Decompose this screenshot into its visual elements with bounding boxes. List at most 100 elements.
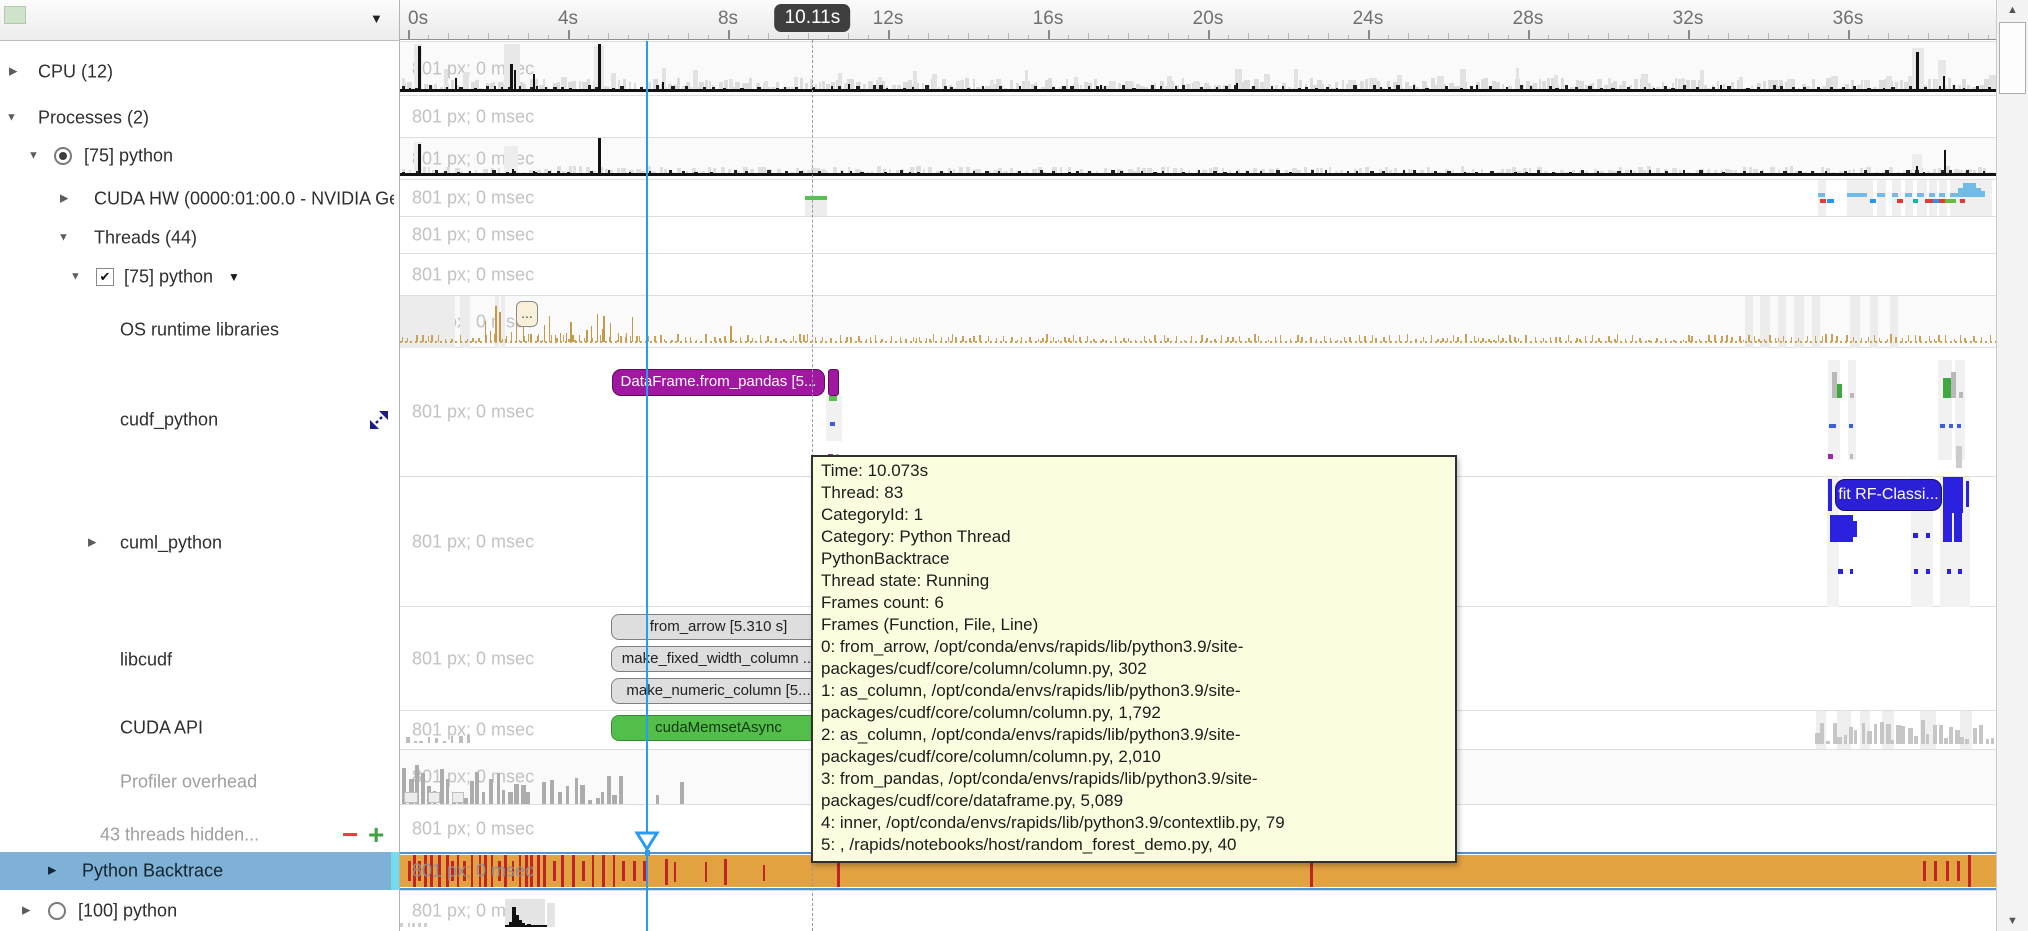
chart-mark — [622, 861, 625, 881]
chart-mark — [1870, 199, 1876, 203]
chart-mark — [1916, 52, 1919, 90]
vertical-scrollbar[interactable]: ▲ ▼ — [1996, 0, 2028, 931]
sidebar-item-hidden-threads[interactable]: 43 threads hidden... − + — [0, 820, 400, 850]
chart-mark — [1979, 725, 1983, 744]
chart-mark — [1956, 446, 1962, 468]
bar-from-arrow[interactable]: from_arrow [5.310 s] — [611, 614, 826, 640]
chart-mark — [1921, 720, 1925, 744]
chart-mark — [1897, 199, 1903, 203]
timeline-row-process-cpu[interactable]: 801 px; 0 msec — [400, 137, 1996, 179]
expander-collapsed-icon[interactable]: ▶ — [22, 906, 30, 917]
chart-mark — [1939, 193, 1945, 197]
chart-mark — [1939, 725, 1943, 744]
timeline-row-cpu-overview[interactable]: 801 px; 0 msec — [400, 41, 1996, 95]
scrollbar-thumb[interactable] — [1999, 22, 2026, 94]
expander-expanded-icon[interactable]: ▼ — [58, 233, 69, 244]
sidebar-item-threads[interactable]: ▼ Threads (44) — [0, 223, 400, 253]
chart-mark — [705, 862, 707, 882]
remove-thread-button[interactable]: − — [342, 821, 358, 849]
chart-mark — [829, 396, 837, 401]
chart-mark — [1890, 740, 1893, 744]
cursor-marker-icon[interactable] — [634, 830, 660, 856]
chart-mark — [1818, 180, 1826, 216]
chart-mark — [547, 903, 555, 927]
chart-mark — [446, 779, 449, 804]
chart-mark — [561, 855, 564, 887]
bar-make-fixed-width-column[interactable]: make_fixed_width_column ... — [611, 646, 826, 672]
sidebar-item-thread-75-python[interactable]: ▼ ✔ [75] python ▼ — [0, 262, 400, 292]
chart-mark — [1954, 477, 1962, 542]
timeline-row-os-runtime[interactable]: 801 px; 0 msec... — [400, 295, 1996, 347]
chart-mark — [598, 44, 601, 90]
sidebar-item-libcudf[interactable]: libcudf — [0, 645, 400, 675]
collapsed-events-button[interactable]: ... — [516, 301, 538, 327]
expander-collapsed-icon[interactable]: ▶ — [60, 194, 68, 205]
scroll-down-button[interactable]: ▼ — [1997, 911, 2028, 931]
expander-collapsed-icon[interactable]: ▶ — [48, 866, 56, 877]
chart-mark — [451, 736, 454, 743]
timeline-row-empty[interactable]: 801 px; 0 msec — [400, 253, 1996, 295]
sidebar-item-cuda-hw[interactable]: ▶ CUDA HW (0000:01:00.0 - NVIDIA GeFor — [0, 184, 400, 214]
chart-mark — [1945, 199, 1956, 203]
chart-mark — [467, 735, 470, 743]
timeline-row-empty[interactable]: 801 px; 0 msec — [400, 95, 1996, 137]
chart-mark — [596, 798, 600, 804]
chart-mark — [475, 772, 479, 804]
sidebar-item-process-100-python[interactable]: ▶ [100] python — [0, 896, 400, 926]
sidebar-item-label: Threads (44) — [94, 228, 197, 249]
sidebar-item-label: Profiler overhead — [120, 772, 257, 793]
chart-mark — [553, 861, 556, 881]
expander-collapsed-icon[interactable]: ▶ — [88, 538, 96, 549]
chart-mark — [763, 865, 765, 881]
chart-mark — [1917, 180, 1927, 216]
chart-mark — [1830, 515, 1853, 542]
chart-mark — [1815, 733, 1820, 744]
process-radio-selected[interactable] — [54, 147, 72, 165]
chart-mark — [1926, 569, 1930, 574]
bar-cuda-memset-async[interactable]: cudaMemsetAsync — [611, 715, 826, 741]
process-radio-unselected[interactable] — [48, 902, 66, 920]
sidebar-item-cuml-python[interactable]: ▶ cuml_python — [0, 528, 400, 558]
sidebar-item-cpu[interactable]: ▶ CPU (12) — [0, 57, 400, 87]
expander-expanded-icon[interactable]: ▼ — [6, 113, 17, 124]
sidebar-item-processes[interactable]: ▼ Processes (2) — [0, 103, 400, 133]
chart-mark — [1905, 193, 1912, 197]
chart-mark — [470, 781, 475, 804]
bar-dataframe-from-pandas[interactable]: DataFrame.from_pandas [5... — [612, 369, 825, 396]
chart-mark — [1867, 731, 1872, 744]
timeline-cursor-line[interactable] — [646, 41, 649, 931]
chart-mark — [1460, 69, 1466, 90]
scroll-up-button[interactable]: ▲ — [1997, 0, 2028, 20]
chart-mark — [591, 326, 593, 342]
add-thread-button[interactable]: + — [368, 821, 384, 849]
timeline-row-python-100[interactable]: 801 px; 0 msec — [400, 890, 1996, 931]
expand-row-icon[interactable] — [366, 407, 392, 433]
expander-expanded-icon[interactable]: ▼ — [28, 151, 39, 162]
chart-mark — [1929, 180, 1937, 216]
bar-make-numeric-column[interactable]: make_numeric_column [5... — [611, 678, 826, 704]
chart-mark — [505, 925, 547, 927]
sidebar-item-cuda-api[interactable]: CUDA API — [0, 713, 400, 743]
sidebar-item-cudf-python[interactable]: cudf_python — [0, 405, 400, 435]
sidebar-item-os-runtime-libraries[interactable]: OS runtime libraries — [0, 315, 400, 345]
bar-fit-rf-classifier[interactable]: fit RF-Classi... — [1835, 479, 1942, 511]
header-dropdown-caret-icon[interactable]: ▼ — [370, 11, 383, 26]
sidebar-item-python-backtrace[interactable]: ▶ Python Backtrace — [0, 852, 400, 890]
sidebar-item-process-75-python[interactable]: ▼ [75] python — [0, 141, 400, 171]
timeline-row-cuda-hw[interactable]: 801 px; 0 msec — [400, 179, 1996, 216]
chart-mark — [1074, 77, 1078, 90]
thread-options-caret-icon[interactable]: ▼ — [228, 270, 240, 284]
chart-mark — [1923, 861, 1926, 881]
chart-mark — [424, 923, 426, 927]
expander-collapsed-icon[interactable]: ▶ — [9, 67, 17, 78]
chart-mark — [1854, 730, 1857, 744]
thread-checkbox-checked[interactable]: ✔ — [96, 268, 114, 286]
chart-mark — [1700, 70, 1704, 90]
expander-expanded-icon[interactable]: ▼ — [70, 272, 81, 283]
sidebar-item-profiler-overhead[interactable]: Profiler overhead — [0, 767, 400, 797]
timeline-row-empty[interactable]: 801 px; 0 msec — [400, 216, 1996, 253]
chart-mark — [412, 923, 414, 927]
chart-mark — [419, 741, 423, 743]
chart-mark — [1848, 360, 1856, 460]
sidebar-item-label: [100] python — [78, 901, 177, 922]
